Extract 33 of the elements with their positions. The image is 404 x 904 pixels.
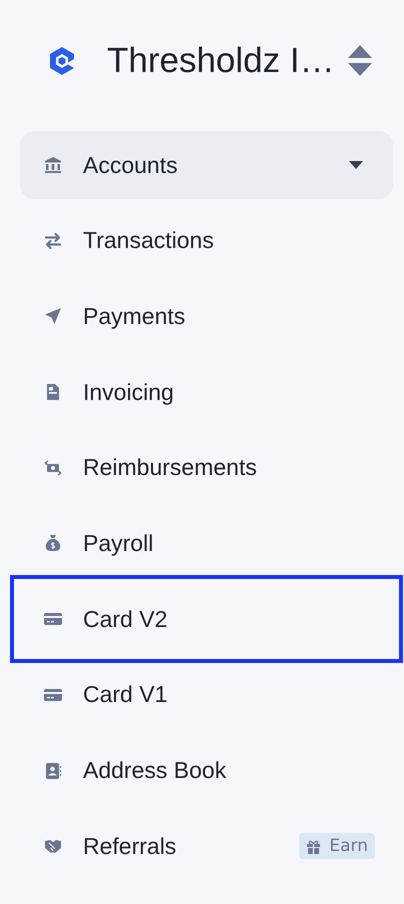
- caret-icon[interactable]: [349, 161, 363, 169]
- up-down-icon[interactable]: [346, 44, 373, 78]
- nav-label: Address Book: [83, 757, 228, 784]
- nav-item[interactable]: Invoicing: [20, 358, 393, 426]
- handshake-icon: [44, 837, 62, 856]
- nav-label: Referrals: [83, 832, 178, 860]
- nav-label: Transactions: [83, 227, 215, 254]
- banknote-arrows-icon: [44, 458, 62, 477]
- nav-label: Reimbursements: [83, 454, 258, 482]
- nav-label: Invoicing: [83, 378, 175, 406]
- nav-item[interactable]: Accounts: [20, 131, 393, 199]
- bank-icon: [44, 156, 62, 174]
- workspace-name[interactable]: Thresholdz I…: [107, 41, 335, 81]
- contact-book-icon: [44, 762, 62, 780]
- nav-label: Card V1: [83, 681, 168, 708]
- nav-label: Payroll: [83, 530, 154, 557]
- badge-text: Earn: [329, 836, 368, 856]
- money-bag-icon: [44, 534, 62, 552]
- nav-item[interactable]: Reimbursements: [20, 434, 393, 502]
- document-icon: [44, 383, 62, 402]
- nav-item[interactable]: Transactions: [20, 206, 393, 275]
- paper-plane-icon: [44, 307, 62, 326]
- nav-item[interactable]: Referrals Earn: [20, 812, 393, 880]
- nav-item[interactable]: Card V1: [20, 660, 393, 729]
- swap-arrows-icon: [44, 232, 62, 250]
- nav-item[interactable]: Payroll: [20, 509, 393, 578]
- nav-item[interactable]: Card V2: [20, 585, 393, 654]
- nav-item[interactable]: Payments: [20, 282, 393, 350]
- nav-label: Accounts: [83, 152, 179, 178]
- nav-label: Card V2: [83, 606, 168, 633]
- nav-item[interactable]: Address Book: [20, 736, 393, 804]
- gift-icon: [306, 838, 322, 854]
- nav-label: Payments: [83, 302, 186, 330]
